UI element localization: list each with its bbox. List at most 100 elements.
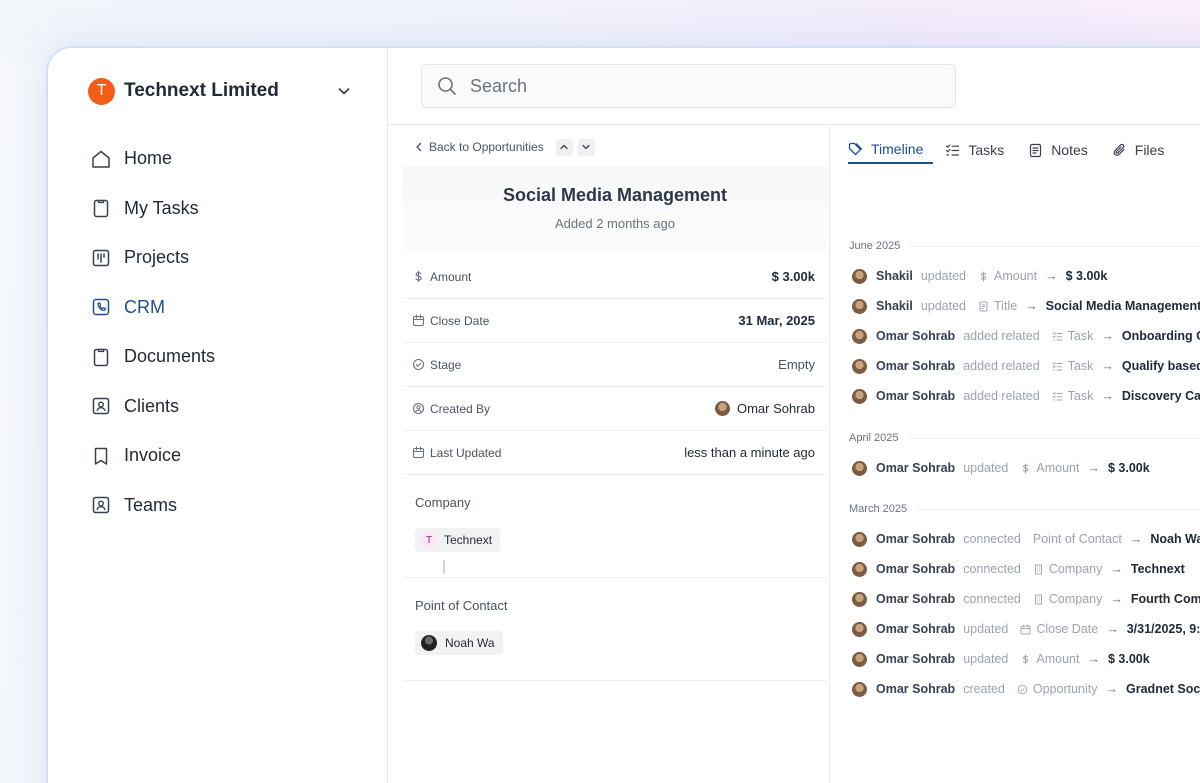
tab-files[interactable]: Files <box>1112 136 1165 164</box>
field-label-created-by: Created By <box>403 402 715 416</box>
org-name: Technext Limited <box>124 80 279 101</box>
field-label-text: Created By <box>430 401 491 416</box>
checklist-icon <box>1052 391 1063 400</box>
sidebar-item-teams[interactable]: Teams <box>90 481 350 531</box>
next-button[interactable] <box>577 138 595 156</box>
search-input[interactable] <box>470 75 870 97</box>
event-verb: updated <box>963 461 1009 475</box>
sidebar-item-crm[interactable]: CRM <box>90 283 350 333</box>
tag-icon <box>848 142 863 155</box>
search-box[interactable] <box>421 64 956 108</box>
avatar <box>714 401 730 416</box>
sidebar: T Technext Limited Home My Tasks Project… <box>48 48 388 783</box>
badge-icon <box>1017 684 1028 694</box>
event-field-label: Title <box>994 299 1018 313</box>
company-label: Company <box>415 495 471 510</box>
event-user[interactable]: Omar Sohrab <box>876 592 955 606</box>
sidebar-item-my-tasks[interactable]: My Tasks <box>90 184 350 234</box>
field-label-amount: Amount <box>403 270 772 284</box>
avatar <box>852 460 867 476</box>
sidebar-item-label: Home <box>124 148 173 169</box>
event-verb: connected <box>963 562 1021 576</box>
field-amount[interactable]: Amount $ 3.00k <box>403 255 827 299</box>
tab-tasks[interactable]: Tasks <box>945 136 1004 164</box>
dollar-icon <box>980 271 987 281</box>
arrow-right-icon: → <box>1110 562 1123 576</box>
arrow-right-icon: → <box>1110 592 1123 606</box>
org-switcher[interactable]: T Technext Limited <box>88 76 352 106</box>
chevron-down-icon[interactable] <box>336 83 352 99</box>
event-user[interactable]: Omar Sohrab <box>876 329 955 343</box>
field-label-close-date: Close Date <box>403 314 738 328</box>
event-verb: created <box>963 682 1005 696</box>
event-verb: updated <box>920 299 967 313</box>
avatar <box>852 621 867 637</box>
contact-label: Point of Contact <box>415 598 508 613</box>
event-field-label: Amount <box>994 269 1038 283</box>
event-user[interactable]: Omar Sohrab <box>876 461 955 475</box>
avatar <box>852 591 867 607</box>
event-user[interactable]: Shakil <box>876 269 913 283</box>
field-last-updated[interactable]: Last Updated less than a minute ago <box>403 431 827 475</box>
field-label-text: Amount <box>430 269 472 284</box>
event-value: $ 3.00k <box>1107 461 1150 475</box>
timeline-event: Omar Sohrab added related Task → Discovery C… <box>852 386 1200 406</box>
event-verb: updated <box>963 622 1009 636</box>
previous-button[interactable] <box>555 138 573 156</box>
dollar-icon <box>1023 463 1029 473</box>
event-user[interactable]: Omar Sohrab <box>876 562 955 576</box>
event-value: Social Media Management <box>1045 299 1200 313</box>
back-link[interactable]: Back to Opportunities <box>413 140 551 154</box>
sidebar-item-label: Teams <box>124 494 178 515</box>
event-value: Discovery Cal <box>1121 389 1200 403</box>
opportunity-header: Social Media Management Added 2 months a… <box>403 166 827 250</box>
event-field: Opportunity <box>1017 682 1098 696</box>
tab-timeline[interactable]: Timeline <box>848 136 934 164</box>
home-icon <box>92 150 110 168</box>
event-user[interactable]: Omar Sohrab <box>876 652 955 666</box>
sidebar-item-home[interactable]: Home <box>90 134 350 184</box>
avatar <box>852 298 867 314</box>
event-user[interactable]: Shakil <box>876 299 913 313</box>
event-user[interactable]: Omar Sohrab <box>876 389 955 403</box>
bookmark-icon <box>94 447 108 465</box>
avatar <box>852 531 867 547</box>
field-close-date[interactable]: Close Date 31 Mar, 2025 <box>403 299 827 343</box>
event-field-label: Opportunity <box>1032 682 1098 696</box>
tab-notes[interactable]: Notes <box>1028 136 1088 164</box>
event-user[interactable]: Omar Sohrab <box>876 359 955 373</box>
activity-panel: Timeline Tasks Notes Files June 2025 Apr… <box>830 125 1200 783</box>
sidebar-item-documents[interactable]: Documents <box>90 332 350 382</box>
sidebar-item-clients[interactable]: Clients <box>90 382 350 432</box>
event-user[interactable]: Omar Sohrab <box>876 532 955 546</box>
event-verb: updated <box>963 652 1009 666</box>
sidebar-item-projects[interactable]: Projects <box>90 233 350 283</box>
event-field: Amount <box>1020 461 1079 475</box>
document-icon <box>979 301 988 311</box>
arrow-right-icon: → <box>1105 682 1119 696</box>
month-label: June 2025 <box>849 240 901 252</box>
avatar <box>421 635 437 651</box>
org-avatar: T <box>88 77 115 105</box>
user-circle-icon <box>412 402 425 415</box>
back-row: Back to Opportunities <box>413 137 595 157</box>
resize-handle[interactable] <box>443 560 445 574</box>
arrow-right-icon: → <box>1106 622 1119 636</box>
contact-chip[interactable]: Noah Wa <box>415 631 503 655</box>
event-field-label: Amount <box>1036 461 1080 475</box>
field-value-close-date: 31 Mar, 2025 <box>738 313 815 328</box>
timeline-event: Omar Sohrab connected Point of Contact → Noa… <box>852 529 1200 549</box>
clipboard-icon <box>93 348 109 366</box>
arrow-right-icon: → <box>1087 652 1100 666</box>
field-created-by[interactable]: Created By Omar Sohrab <box>403 387 827 431</box>
field-stage[interactable]: Stage Empty <box>403 343 827 387</box>
field-value-amount: $ 3.00k <box>771 269 815 284</box>
sidebar-item-label: Clients <box>124 395 180 416</box>
company-chip[interactable]: T Technext <box>415 528 501 552</box>
field-label-stage: Stage <box>403 358 778 372</box>
event-user[interactable]: Omar Sohrab <box>876 682 955 696</box>
event-user[interactable]: Omar Sohrab <box>876 622 955 636</box>
sidebar-item-label: My Tasks <box>124 197 199 218</box>
tab-label: Files <box>1134 142 1165 158</box>
sidebar-item-invoice[interactable]: Invoice <box>90 431 350 481</box>
